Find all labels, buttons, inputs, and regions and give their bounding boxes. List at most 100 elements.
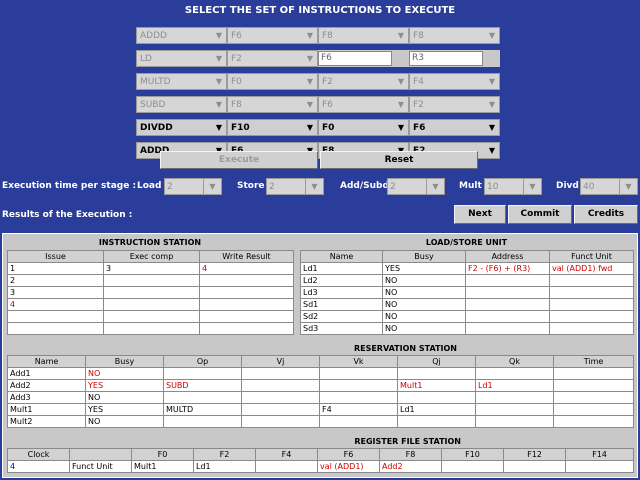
dropdown-arrow-icon: ▼	[215, 54, 223, 63]
instruction-station-table: Issue Exec comp Write Result 134 2 3 4	[7, 250, 294, 335]
divd-label: Divd	[556, 181, 579, 191]
instruction-row: MULTD ▼ F0 ▼ F2 ▼ F4 ▼	[136, 73, 502, 90]
results-panel: INSTRUCTION STATION Issue Exec comp Writ…	[2, 233, 638, 478]
source1-register-select[interactable]: F2 ▼	[318, 73, 409, 90]
dropdown-arrow-icon: ▼	[203, 179, 221, 194]
dest-register-select[interactable]: F6▼	[227, 27, 318, 44]
column-header: F12	[503, 448, 566, 461]
column-header	[69, 448, 132, 461]
source1-register-select[interactable]: F0 ▼	[318, 119, 409, 136]
dropdown-arrow-icon: ▼	[215, 77, 223, 86]
column-header: Write Result	[199, 250, 294, 263]
column-header: F14	[565, 448, 634, 461]
page-title: SELECT THE SET OF INSTRUCTIONS TO EXECUT…	[184, 5, 456, 16]
table-row: 4	[7, 298, 294, 311]
instruction-station-title: INSTRUCTION STATION	[98, 238, 202, 247]
table-row: Ld3 NO	[300, 286, 634, 299]
base-register-field[interactable]: R3	[409, 50, 500, 67]
table-row: Add3 NO	[7, 391, 634, 404]
column-header: Busy	[382, 250, 466, 263]
addsub-label: Add/Subd	[340, 181, 389, 191]
op-select[interactable]: ADDD▼	[136, 27, 227, 44]
addsub-time-select[interactable]: 2 ▼	[387, 178, 445, 195]
table-row: Add2 YES SUBD Mult1 Ld1	[7, 379, 634, 392]
column-header: Vj	[241, 355, 320, 368]
table-row: 3	[7, 286, 294, 299]
dropdown-arrow-icon: ▼	[215, 123, 223, 132]
dropdown-arrow-icon: ▼	[488, 77, 496, 86]
column-header: Clock	[7, 448, 70, 461]
store-label: Store	[237, 181, 265, 191]
table-row: Sd3 NO	[300, 322, 634, 335]
store-time-select[interactable]: 2 ▼	[266, 178, 324, 195]
op-select[interactable]: LD ▼	[136, 50, 227, 67]
column-header: Issue	[7, 250, 104, 263]
source2-register-select[interactable]: F8 ▼	[409, 27, 500, 44]
table-row: Ld2 NO	[300, 274, 634, 287]
dropdown-arrow-icon: ▼	[523, 179, 541, 194]
dropdown-arrow-icon: ▼	[426, 179, 444, 194]
column-header: F4	[255, 448, 318, 461]
source2-register-select[interactable]: F2▼	[409, 96, 500, 113]
instruction-row: DIVDD ▼ F10 ▼ F0 ▼ F6 ▼	[136, 119, 502, 136]
table-row	[7, 322, 294, 335]
offset-field[interactable]: F6	[318, 50, 409, 67]
load-store-title: LOAD/STORE UNIT	[425, 238, 508, 247]
table-row: Ld1 YES F2 - (F6) + (R3) val (ADD1) fwd	[300, 262, 634, 275]
column-header: Op	[163, 355, 242, 368]
instruction-grid: ADDD ▼ F6 ▼ F8 ▼ F8 ▼ LD ▼ F2 ▼ F6 R3 MULTD ▼ F…	[136, 27, 502, 165]
mult-time-select[interactable]: 10 ▼	[484, 178, 542, 195]
dest-register-select[interactable]: F8 ▼	[227, 96, 318, 113]
instruction-row: ADDD ▼ F6 ▼ F8 ▼ F8 ▼	[136, 27, 502, 44]
column-header: Busy	[85, 355, 164, 368]
next-button[interactable]: Next	[454, 205, 506, 224]
commit-button[interactable]: Commit	[508, 205, 572, 224]
dropdown-arrow-icon: ▼	[488, 31, 496, 40]
dropdown-arrow-icon: ▼	[488, 100, 496, 109]
reset-button[interactable]: Reset	[320, 151, 478, 169]
column-header: F2	[193, 448, 256, 461]
table-row: Sd1 NO	[300, 298, 634, 311]
load-time-select[interactable]: 2 ▼	[164, 178, 222, 195]
credits-button[interactable]: Credits	[574, 205, 638, 224]
dropdown-arrow-icon: ▼	[488, 146, 496, 155]
divd-time-select[interactable]: 40 ▼	[580, 178, 638, 195]
register-file-table: Clock F0 F2 F4 F6 F8 F10 F12 F14 4 Funct…	[7, 448, 634, 473]
column-header: Vk	[319, 355, 398, 368]
op-select[interactable]: DIVDD ▼	[136, 119, 227, 136]
source2-register-select[interactable]: F6 ▼	[409, 119, 500, 136]
dropdown-arrow-icon: ▼	[397, 100, 405, 109]
mult-label: Mult	[459, 181, 482, 191]
column-header: F10	[441, 448, 504, 461]
column-header: F8	[379, 448, 442, 461]
op-select[interactable]: MULTD ▼	[136, 73, 227, 90]
dest-register-select[interactable]: F10 ▼	[227, 119, 318, 136]
table-row: 134	[7, 262, 294, 275]
dest-register-select[interactable]: F2 ▼	[227, 50, 318, 67]
exec-time-label: Execution time per stage :	[2, 181, 137, 191]
execute-button[interactable]: Execute	[160, 151, 318, 169]
instruction-row: LD ▼ F2 ▼ F6 R3	[136, 50, 502, 67]
table-row: Mult1 YES MULTD F4 Ld1	[7, 403, 634, 416]
table-row: 2	[7, 274, 294, 287]
dropdown-arrow-icon: ▼	[397, 77, 405, 86]
column-header: Time	[553, 355, 634, 368]
load-store-table: Name Busy Address Funct Unit Ld1 YES F2 - …	[300, 250, 634, 335]
dest-register-select[interactable]: F0 ▼	[227, 73, 318, 90]
source1-register-select[interactable]: F6 ▼	[318, 96, 409, 113]
dropdown-arrow-icon: ▼	[306, 54, 314, 63]
column-header: Exec comp	[103, 250, 200, 263]
load-label: Load	[137, 181, 162, 191]
op-select[interactable]: SUBD ▼	[136, 96, 227, 113]
table-row: 4 Funct Unit Mult1 Ld1 val (ADD1) Add2	[7, 460, 634, 473]
dropdown-arrow-icon: ▼	[215, 100, 223, 109]
source2-register-select[interactable]: F4 ▼	[409, 73, 500, 90]
source1-register-select[interactable]: F8▼	[318, 27, 409, 44]
dropdown-arrow-icon: ▼	[488, 123, 496, 132]
column-header: F0	[131, 448, 194, 461]
dropdown-arrow-icon: ▼	[306, 100, 314, 109]
dropdown-arrow-icon: ▼	[306, 77, 314, 86]
dropdown-arrow-icon: ▼	[619, 179, 637, 194]
column-header: Qj	[397, 355, 476, 368]
dropdown-arrow-icon: ▼	[305, 179, 323, 194]
